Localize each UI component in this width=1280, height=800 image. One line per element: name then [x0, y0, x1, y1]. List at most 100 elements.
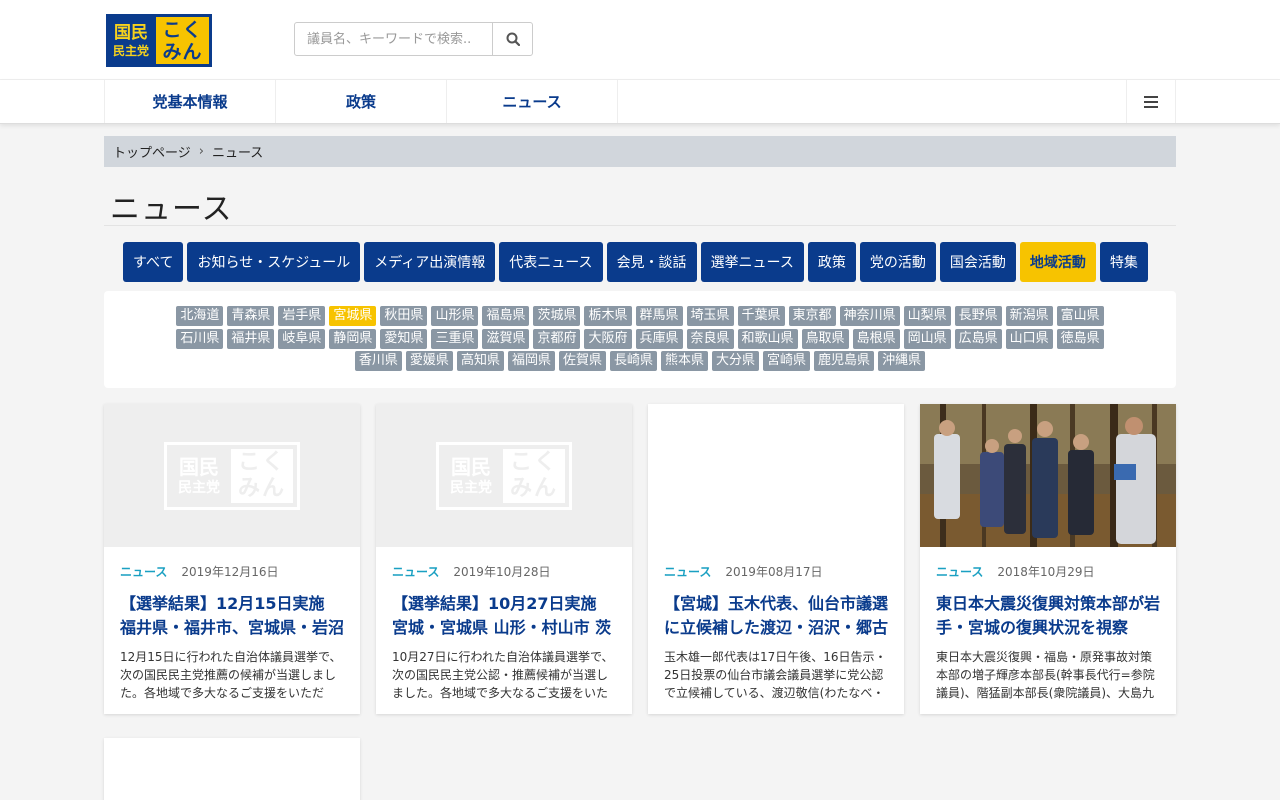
- card-category[interactable]: ニュース: [120, 563, 167, 580]
- prefecture-tag[interactable]: 千葉県: [737, 306, 785, 326]
- placeholder-logo-text-1: 国民: [451, 454, 491, 479]
- page-title: ニュース: [110, 192, 233, 227]
- prefecture-tag[interactable]: 岩手県: [278, 306, 326, 326]
- news-card[interactable]: 国民 民主党 こく みん ニュース 2019年10月28日 【選挙結果】10月2…: [376, 404, 632, 714]
- card-excerpt: 10月27日に行われた自治体議員選挙で、次の国民民主党公認・推薦候補が当選しまし…: [392, 650, 614, 700]
- news-card[interactable]: ニュース 2019年08月17日 【宮城】玉木代表、仙台市議選に立候補した渡辺・…: [648, 404, 904, 714]
- prefecture-tag[interactable]: 長野県: [954, 306, 1002, 326]
- prefecture-tag[interactable]: 岡山県: [903, 329, 951, 349]
- prefecture-tag[interactable]: 大分県: [712, 351, 760, 371]
- site-logo[interactable]: 国民 民主党 こく みん: [106, 14, 212, 67]
- prefecture-tag[interactable]: 徳島県: [1056, 329, 1104, 349]
- prefecture-tag[interactable]: 埼玉県: [686, 306, 734, 326]
- card-image-placeholder: 国民 民主党 こく みん: [376, 404, 632, 547]
- card-body: ニュース 2019年10月28日 【選挙結果】10月27日実施 宮城・宮城県 山…: [376, 547, 632, 702]
- prefecture-tag[interactable]: 鹿児島県: [814, 351, 875, 371]
- prefecture-tag[interactable]: 長崎県: [609, 351, 657, 371]
- card-title[interactable]: 【宮城】玉木代表、仙台市議選に立候補した渡辺・沼沢・郷古各: [664, 592, 888, 640]
- logo-text-4: みん: [162, 40, 203, 63]
- prefecture-tag[interactable]: 沖縄県: [878, 351, 926, 371]
- breadcrumb: トップページ › ニュース: [104, 136, 1176, 167]
- prefecture-tag[interactable]: 愛媛県: [405, 351, 453, 371]
- tab-press-conference[interactable]: 会見・談話: [606, 242, 697, 282]
- placeholder-logo-text-2: 民主党: [178, 479, 220, 496]
- tab-media[interactable]: メディア出演情報: [364, 242, 496, 282]
- prefecture-tag[interactable]: 神奈川県: [839, 306, 900, 326]
- search-icon: [506, 32, 520, 46]
- card-category[interactable]: ニュース: [936, 563, 983, 580]
- tab-election-news[interactable]: 選挙ニュース: [700, 242, 804, 282]
- tab-features[interactable]: 特集: [1099, 242, 1148, 282]
- tab-notices-schedule[interactable]: お知らせ・スケジュール: [187, 242, 361, 282]
- prefecture-tag[interactable]: 京都府: [533, 329, 581, 349]
- card-meta: ニュース 2019年08月17日: [664, 563, 888, 580]
- tab-all[interactable]: すべて: [123, 242, 184, 282]
- card-body: ニュース 2018年10月29日 東日本大震災復興対策本部が岩手・宮城の復興状況…: [920, 547, 1176, 702]
- news-card[interactable]: 国民 民主党 こく みん ニュース 2019年12月16日 【選挙結果】12月1…: [104, 404, 360, 714]
- search-button[interactable]: [492, 23, 532, 55]
- prefecture-tag[interactable]: 石川県: [176, 329, 224, 349]
- tab-leader-news[interactable]: 代表ニュース: [499, 242, 603, 282]
- tab-party-activities[interactable]: 党の活動: [859, 242, 936, 282]
- prefecture-tag[interactable]: 福岡県: [507, 351, 555, 371]
- prefecture-tag[interactable]: 宮崎県: [763, 351, 811, 371]
- prefecture-tag[interactable]: 熊本県: [661, 351, 709, 371]
- prefecture-tag[interactable]: 群馬県: [635, 306, 683, 326]
- prefecture-tag[interactable]: 島根県: [852, 329, 900, 349]
- tab-policy[interactable]: 政策: [807, 242, 856, 282]
- prefecture-tag[interactable]: 北海道: [176, 306, 224, 326]
- prefecture-tag[interactable]: 滋賀県: [482, 329, 530, 349]
- prefecture-tag[interactable]: 福島県: [482, 306, 530, 326]
- prefecture-tag[interactable]: 岐阜県: [278, 329, 326, 349]
- forest-visit-photo: [920, 404, 1176, 547]
- card-image-placeholder: 国民 民主党 こく みん: [104, 404, 360, 547]
- placeholder-logo-right: こく みん: [231, 448, 293, 503]
- prefecture-tag[interactable]: 富山県: [1056, 306, 1104, 326]
- card-category[interactable]: ニュース: [664, 563, 711, 580]
- nav-item-policy[interactable]: 政策: [276, 80, 447, 123]
- prefecture-tag[interactable]: 青森県: [227, 306, 275, 326]
- card-photo: [920, 404, 1176, 547]
- prefecture-tag[interactable]: 高知県: [456, 351, 504, 371]
- card-category[interactable]: ニュース: [392, 563, 439, 580]
- news-card[interactable]: ニュース 2018年10月29日 東日本大震災復興対策本部が岩手・宮城の復興状況…: [920, 404, 1176, 714]
- prefecture-tag[interactable]: 大阪府: [584, 329, 632, 349]
- tab-regional-activities[interactable]: 地域活動: [1019, 242, 1096, 282]
- card-excerpt: 東日本大震災復興・福島・原発事故対策本部の増子輝彦本部長(幹事長代行=参院議員)…: [936, 650, 1155, 700]
- prefecture-tag[interactable]: 栃木県: [584, 306, 632, 326]
- nav-item-news[interactable]: ニュース: [447, 80, 618, 123]
- nav-item-party-info[interactable]: 党基本情報: [105, 80, 276, 123]
- prefecture-tag[interactable]: 新潟県: [1005, 306, 1053, 326]
- breadcrumb-home[interactable]: トップページ: [113, 142, 191, 161]
- prefecture-tag[interactable]: 福井県: [227, 329, 275, 349]
- prefecture-tag[interactable]: 茨城県: [533, 306, 581, 326]
- prefecture-tag[interactable]: 山梨県: [903, 306, 951, 326]
- prefecture-tag[interactable]: 山口県: [1005, 329, 1053, 349]
- card-title[interactable]: 東日本大震災復興対策本部が岩手・宮城の復興状況を視察: [936, 592, 1160, 640]
- prefecture-tag[interactable]: 広島県: [954, 329, 1002, 349]
- logo-text-3: こく: [162, 18, 203, 41]
- prefecture-tag[interactable]: 佐賀県: [558, 351, 606, 371]
- prefecture-tag[interactable]: 東京都: [788, 306, 836, 326]
- menu-button[interactable]: [1126, 80, 1176, 123]
- prefecture-tag[interactable]: 山形県: [431, 306, 479, 326]
- news-card-partial[interactable]: [104, 738, 360, 800]
- prefecture-tag[interactable]: 和歌山県: [737, 329, 798, 349]
- breadcrumb-current: ニュース: [211, 146, 264, 161]
- prefecture-tag[interactable]: 奈良県: [686, 329, 734, 349]
- placeholder-logo-text-1: 国民: [179, 454, 219, 479]
- prefecture-tag[interactable]: 愛知県: [380, 329, 428, 349]
- card-title[interactable]: 【選挙結果】12月15日実施 福井県・福井市、宮城県・岩沼市: [120, 592, 344, 640]
- card-title[interactable]: 【選挙結果】10月27日実施 宮城・宮城県 山形・村山市 茨: [392, 592, 616, 640]
- tab-diet-activities[interactable]: 国会活動: [939, 242, 1016, 282]
- prefecture-tag[interactable]: 兵庫県: [635, 329, 683, 349]
- card-date: 2019年08月17日: [725, 565, 823, 579]
- prefecture-row-2: 石川県 福井県 岐阜県 静岡県 愛知県 三重県 滋賀県 京都府 大阪府 兵庫県 奈良県 和歌山県 鳥取県…: [104, 329, 1176, 349]
- prefecture-tag[interactable]: 静岡県: [329, 329, 377, 349]
- prefecture-tag[interactable]: 鳥取県: [801, 329, 849, 349]
- search-input[interactable]: [295, 23, 492, 55]
- prefecture-tag[interactable]: 宮城県: [329, 306, 377, 326]
- prefecture-tag[interactable]: 香川県: [354, 351, 402, 371]
- prefecture-tag[interactable]: 秋田県: [380, 306, 428, 326]
- prefecture-tag[interactable]: 三重県: [431, 329, 479, 349]
